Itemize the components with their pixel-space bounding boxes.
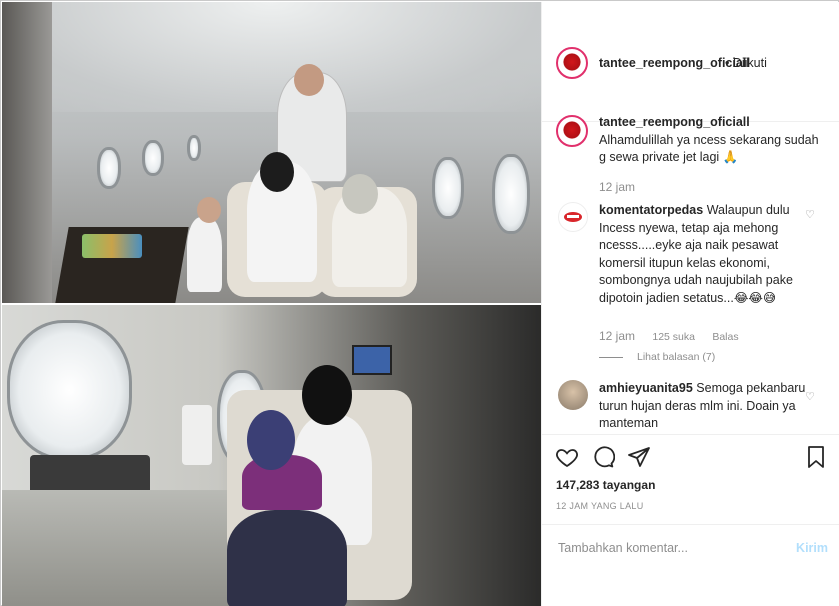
- comments-list[interactable]: tantee_reempong_oficiall Alhamdulillah y…: [542, 102, 839, 432]
- comment-item: komentatorpedas Walaupun dulu Incess nye…: [599, 202, 819, 307]
- comment-like-icon[interactable]: ♡: [805, 392, 816, 403]
- video-frame-top: [2, 2, 541, 303]
- commenter-avatar[interactable]: [558, 380, 588, 410]
- comment-item: amhieyuanita95 Semoga pekanbaru turun hu…: [599, 380, 819, 432]
- reply-button[interactable]: Balas: [712, 331, 738, 343]
- share-icon[interactable]: [627, 445, 653, 471]
- post-video[interactable]: [2, 2, 541, 606]
- caption: tantee_reempong_oficiall Alhamdulillah y…: [599, 114, 819, 167]
- video-frame-bottom: [2, 305, 541, 606]
- comment-username[interactable]: komentatorpedas: [599, 203, 703, 217]
- view-replies-button[interactable]: Lihat balasan (7): [599, 351, 715, 363]
- caption-text: Alhamdulillah ya ncess sekarang sudah g …: [599, 132, 819, 165]
- post-side-panel: tantee_reempong_oficiall • Diikuti tante…: [541, 2, 839, 606]
- comment-text: Walaupun dulu Incess nyewa, tetap aja me…: [599, 203, 793, 305]
- author-avatar[interactable]: [556, 47, 588, 79]
- caption-username[interactable]: tantee_reempong_oficiall: [599, 115, 750, 129]
- comment-likes[interactable]: 125 suka: [652, 331, 695, 343]
- post-dialog: tantee_reempong_oficiall • Diikuti tante…: [0, 0, 839, 606]
- comment-like-icon[interactable]: ♡: [805, 210, 816, 221]
- follow-status[interactable]: • Diikuti: [725, 56, 767, 70]
- post-actions: 147,283 tayangan 12 JAM YANG LALU: [542, 434, 839, 524]
- comment-username[interactable]: amhieyuanita95: [599, 381, 693, 395]
- heart-icon[interactable]: [555, 445, 581, 471]
- comment-time: 12 jam: [599, 329, 636, 343]
- caption-time: 12 jam: [599, 180, 636, 194]
- comment-icon[interactable]: [591, 445, 617, 471]
- commenter-avatar[interactable]: [558, 202, 588, 232]
- add-comment-bar: Tambahkan komentar... Kirim: [542, 524, 839, 606]
- post-timestamp[interactable]: 12 JAM YANG LALU: [556, 501, 644, 511]
- comment-meta: 12 jam 125 suka Balas: [599, 329, 753, 343]
- view-count[interactable]: 147,283 tayangan: [556, 478, 655, 492]
- bookmark-icon[interactable]: [804, 445, 830, 471]
- send-button[interactable]: Kirim: [796, 541, 828, 555]
- comment-input[interactable]: Tambahkan komentar...: [558, 541, 688, 555]
- caption-avatar[interactable]: [556, 115, 588, 147]
